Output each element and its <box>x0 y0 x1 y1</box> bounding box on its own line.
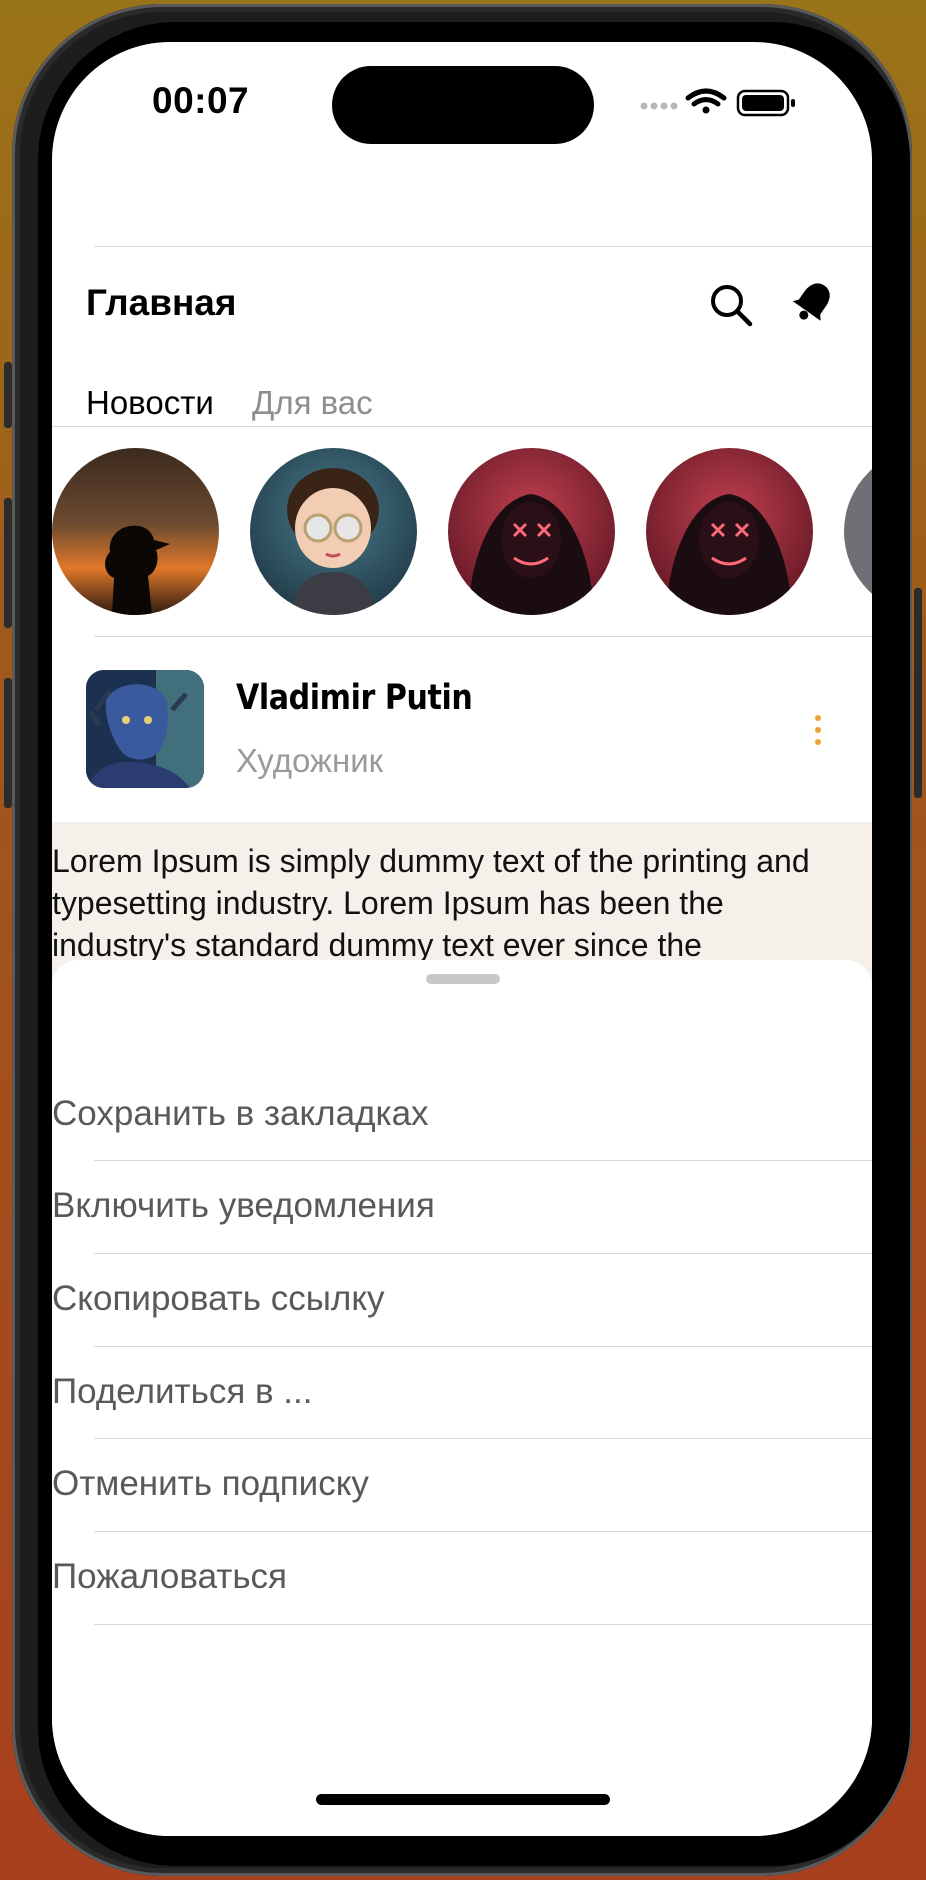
tabs-divider <box>52 426 872 427</box>
status-time: 00:07 <box>152 80 250 121</box>
divider <box>94 1346 872 1347</box>
story-avatar[interactable] <box>448 448 615 615</box>
sheet-grabber[interactable] <box>426 974 500 984</box>
author-role: Художник <box>236 742 384 779</box>
author-avatar[interactable] <box>86 670 204 788</box>
divider <box>94 636 872 637</box>
neon-mask-image <box>646 448 813 615</box>
wifi-icon <box>685 88 727 114</box>
tab-for-you[interactable]: Для вас <box>252 384 373 422</box>
menu-item-share[interactable]: Поделиться в ... <box>52 1372 312 1412</box>
dynamic-island <box>332 66 594 144</box>
divider <box>94 1624 872 1625</box>
home-indicator[interactable] <box>316 1794 610 1805</box>
volume-up-button <box>4 498 12 628</box>
tab-news[interactable]: Новости <box>86 384 214 422</box>
divider <box>94 1531 872 1532</box>
action-sheet: Сохранить в закладках Включить уведомлен… <box>52 960 872 1836</box>
divider <box>94 246 872 247</box>
story-avatar[interactable] <box>250 448 417 615</box>
silhouette-sunset-image <box>52 448 219 615</box>
menu-item-copy-link[interactable]: Скопировать ссылку <box>52 1279 385 1319</box>
divider <box>94 1438 872 1439</box>
menu-item-bookmark[interactable]: Сохранить в закладках <box>52 1094 429 1134</box>
cartoon-girl-image <box>250 448 417 615</box>
volume-down-button <box>4 678 12 808</box>
divider <box>94 1253 872 1254</box>
story-avatar[interactable] <box>646 448 813 615</box>
page-title: Главная <box>86 282 237 323</box>
cellular-icon <box>640 102 678 110</box>
menu-item-notifications[interactable]: Включить уведомления <box>52 1186 435 1226</box>
story-avatar[interactable] <box>52 448 219 615</box>
author-name[interactable]: Vladimir Putin <box>236 678 473 718</box>
silent-switch <box>4 362 12 428</box>
divider <box>94 1160 872 1161</box>
menu-item-unsubscribe[interactable]: Отменить подписку <box>52 1464 369 1504</box>
battery-icon <box>736 89 795 117</box>
avatar-character-image <box>86 670 204 788</box>
story-avatar[interactable] <box>844 448 872 615</box>
search-icon[interactable] <box>708 282 754 328</box>
screen: 00:07 Главная Новости Для вас Vladimir P… <box>52 42 872 1836</box>
power-button <box>914 588 922 798</box>
neon-mask-image <box>448 448 615 615</box>
notification-bell-icon[interactable] <box>790 278 836 326</box>
post-text: Lorem Ipsum is simply dummy text of the … <box>52 843 810 960</box>
status-icons <box>640 88 795 117</box>
more-options-icon[interactable] <box>814 714 822 746</box>
menu-item-report[interactable]: Пожаловаться <box>52 1557 287 1597</box>
